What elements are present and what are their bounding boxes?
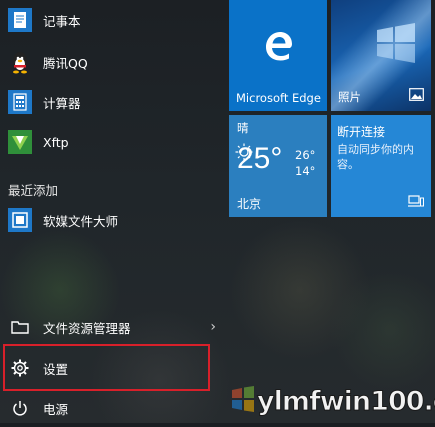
- weather-city: 北京: [237, 197, 262, 211]
- app-item-qq[interactable]: 腾讯QQ: [4, 46, 222, 78]
- tile-edge-label: Microsoft Edge: [236, 91, 321, 105]
- weather-condition: 晴: [237, 121, 249, 135]
- app-label-calculator: 计算器: [43, 95, 81, 111]
- recently-added-header: 最近添加: [8, 183, 59, 198]
- edge-icon: [263, 30, 295, 66]
- app-item-notepad[interactable]: 记事本: [4, 4, 222, 36]
- notepad-icon: [8, 8, 32, 32]
- calculator-icon: [8, 90, 32, 114]
- watermark-logo: ylmfwin100.com: [224, 368, 435, 423]
- app-label-file-master: 软媒文件大师: [43, 213, 119, 229]
- file-explorer-item[interactable]: 文件资源管理器 ›: [4, 312, 222, 342]
- folder-icon: [8, 315, 32, 339]
- file-explorer-label: 文件资源管理器: [43, 320, 131, 336]
- tile-connect-description: 自动同步你的内容。: [337, 143, 414, 171]
- app-label-qq: 腾讯QQ: [43, 55, 88, 71]
- svg-text:ylmfwin100.com: ylmfwin100.com: [257, 386, 435, 417]
- tile-connect-title: 断开连接: [337, 125, 386, 139]
- qq-penguin-icon: [8, 50, 32, 74]
- power-item[interactable]: 电源: [4, 394, 222, 422]
- weather-temperature: 25°: [237, 142, 283, 175]
- tile-photos-label: 照片: [338, 90, 361, 104]
- app-label-xftp: Xftp: [43, 134, 69, 150]
- windows-logo-icon: [371, 22, 419, 68]
- file-master-icon: [8, 208, 32, 232]
- tile-weather[interactable]: 晴 25° 26° 14° 北京: [229, 115, 327, 217]
- power-label: 电源: [43, 401, 69, 417]
- xftp-icon: [8, 130, 32, 154]
- device-icon: [408, 192, 424, 211]
- app-item-file-master[interactable]: 软媒文件大师: [4, 204, 222, 236]
- app-label-notepad: 记事本: [43, 13, 81, 29]
- photo-icon: [409, 86, 424, 105]
- settings-highlight-box: [3, 344, 210, 391]
- weather-low: 14°: [295, 164, 316, 178]
- tile-microsoft-edge[interactable]: Microsoft Edge: [229, 0, 327, 111]
- weather-high: 26°: [295, 148, 316, 162]
- tile-disconnected[interactable]: 断开连接 自动同步你的内容。: [331, 115, 431, 217]
- tile-photos[interactable]: 照片: [331, 0, 431, 111]
- app-item-calculator[interactable]: 计算器: [4, 86, 222, 118]
- chevron-right-icon[interactable]: ›: [210, 319, 216, 335]
- app-item-xftp[interactable]: Xftp: [4, 126, 222, 158]
- power-icon: [8, 396, 32, 420]
